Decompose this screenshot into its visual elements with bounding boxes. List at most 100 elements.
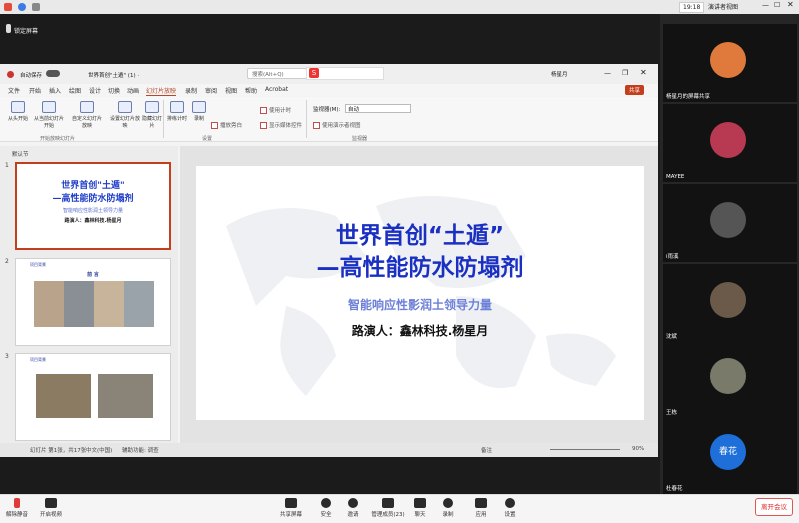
record-button[interactable]: 录制 [190,101,208,122]
lock-icon [6,24,11,33]
share-screen-button[interactable]: 共享屏幕 [274,498,308,518]
autosave-label: 自动保存 [20,73,43,79]
shield-icon[interactable] [18,3,26,11]
maximize-icon[interactable]: ☐ [774,1,780,9]
thumb-title2: —高性能防水防塌剂 [52,194,134,204]
thumb-header: 项目背景 [30,262,46,267]
custom-show-button[interactable]: 自定义幻灯片放映 [70,101,104,129]
slide-number: 3 [5,353,9,360]
hide-slide-icon [145,101,159,113]
user-name: 杨星月 [551,72,568,78]
setup-show-button[interactable]: 设置幻灯片放映 [110,101,140,129]
invite-button[interactable]: 邀请 [336,498,370,518]
view-toggle[interactable]: 演讲者视图 [708,2,738,11]
info-icon[interactable] [32,3,40,11]
avatar [710,42,746,78]
section-label[interactable]: 默认节 [12,150,29,158]
participant-tile[interactable]: MAYEE [663,104,797,182]
slide-counter: 幻灯片 第1张，共17张 [30,448,87,454]
menu-animations[interactable]: 动画 [127,86,139,95]
restore-ppt-icon[interactable]: ❐ [622,69,628,77]
show-controls-checkbox[interactable]: 显示媒体控件 [260,121,302,129]
group-label-monitor: 监视器 [352,136,368,142]
accessibility-status[interactable]: 辅助功能: 调查 [122,446,159,454]
recording-bar: 锁定屏幕 [0,14,660,48]
slide-thumb-2[interactable]: 项目背景 前 言 [15,258,171,346]
menu-review[interactable]: 审阅 [205,86,217,95]
hide-slide-button[interactable]: 隐藏幻灯片 [140,101,164,129]
menu-help[interactable]: 帮助 [245,86,257,95]
menu-acrobat[interactable]: Acrobat [265,86,288,93]
menu-record[interactable]: 录制 [185,86,197,95]
minimize-ppt-icon[interactable]: — [604,69,611,77]
main-slide[interactable]: 世界首创“土遁” —高性能防水防塌剂 智能响应性影润土领导力量 路演人：鑫林科技… [196,166,644,420]
slide-thumb-3[interactable]: 项目背景 [15,353,171,441]
avatar: 春花 [710,434,746,470]
language-status[interactable]: 中文(中国) [86,446,112,454]
participant-tile[interactable]: i雨溪 [663,184,797,262]
members-icon [382,498,394,508]
leave-meeting-button[interactable]: 离开会议 [755,498,793,516]
chat-icon [414,498,426,508]
monitor-select[interactable]: 自动 [345,104,411,113]
close-ppt-icon[interactable]: ✕ [640,68,647,77]
zoom-level[interactable]: 90% [632,446,644,452]
slide-title-line2: —高性能防水防塌剂 [316,255,524,281]
participant-tile[interactable]: 沈斌 [663,264,797,342]
participant-tile[interactable]: 春花 杜春花 [663,416,797,494]
participant-name: 沈斌 [666,334,678,340]
app-icon [4,3,12,11]
ribbon-divider [306,100,307,138]
menu-draw[interactable]: 绘图 [69,86,81,95]
menu-insert[interactable]: 插入 [49,86,61,95]
menu-design[interactable]: 设计 [89,86,101,95]
rehearse-button[interactable]: 排练计时 [166,101,188,122]
play-narration-checkbox[interactable]: 播放旁白 [211,121,242,129]
menu-file[interactable]: 文件 [8,86,20,95]
group-label-start: 开始放映幻灯片 [40,136,76,142]
participant-name: 杨星月的屏幕共享 [666,94,711,100]
thumb-author: 路演人：鑫林科技.杨星月 [64,218,122,224]
custom-show-icon [80,101,94,113]
notes-button[interactable]: 备注 [481,446,492,454]
thumb-title: 前 言 [87,272,99,278]
menu-home[interactable]: 开始 [29,86,41,95]
powerpoint-logo-icon [7,71,14,78]
use-timing-checkbox[interactable]: 使用计时 [260,106,291,114]
lock-screen-label[interactable]: 锁定屏幕 [14,26,38,35]
participant-tile[interactable]: 杨星月的屏幕共享 [663,24,797,102]
participant-tile[interactable]: 王栋 [663,340,797,418]
menu-view[interactable]: 视图 [225,86,237,95]
invite-icon [348,498,358,508]
video-button[interactable]: 开启视频 [34,498,68,518]
record-button[interactable]: 录制 [431,498,465,518]
from-current-button[interactable]: 从当前幻灯片开始 [32,101,66,129]
search-box[interactable]: 搜索(Alt+Q) [247,68,307,79]
participant-name: 王栋 [666,410,678,416]
autosave-toggle[interactable] [46,70,60,77]
menu-slideshow[interactable]: 幻灯片放映 [146,86,177,96]
slide-title-line1: 世界首创“土遁” [335,223,505,249]
from-start-button[interactable]: 从头开始 [6,101,30,122]
presenter-view-checkbox[interactable]: 使用演示者视图 [313,121,361,129]
thumb-title: 世界首创"土遁" [61,181,125,191]
sogou-icon[interactable]: S [309,68,319,78]
status-bar: 幻灯片 第1张，共17张 中文(中国) 辅助功能: 调查 备注 90% [0,443,658,457]
zoom-slider[interactable] [550,449,620,450]
unmute-button[interactable]: 解除静音 [0,498,34,518]
participant-name: 杜春花 [666,486,683,492]
minimize-icon[interactable]: — [762,1,769,9]
slide-author: 路演人：鑫林科技.杨星月 [351,324,489,338]
menu-transitions[interactable]: 切换 [108,86,120,95]
slide-thumb-1[interactable]: 世界首创"土遁" —高性能防水防塌剂 智能响应性影润土领导力量 路演人：鑫林科技… [15,162,171,250]
record-icon [192,101,206,113]
close-icon[interactable]: ✕ [787,0,794,9]
apps-icon [475,498,487,508]
settings-button[interactable]: 设置 [493,498,527,518]
setup-icon [118,101,132,113]
share-button[interactable]: 共享 [625,85,645,95]
ribbon-divider [163,100,164,138]
share-screen-icon [285,498,297,508]
slide-subtitle: 智能响应性影润土领导力量 [347,298,492,312]
thumb-image [36,374,91,418]
